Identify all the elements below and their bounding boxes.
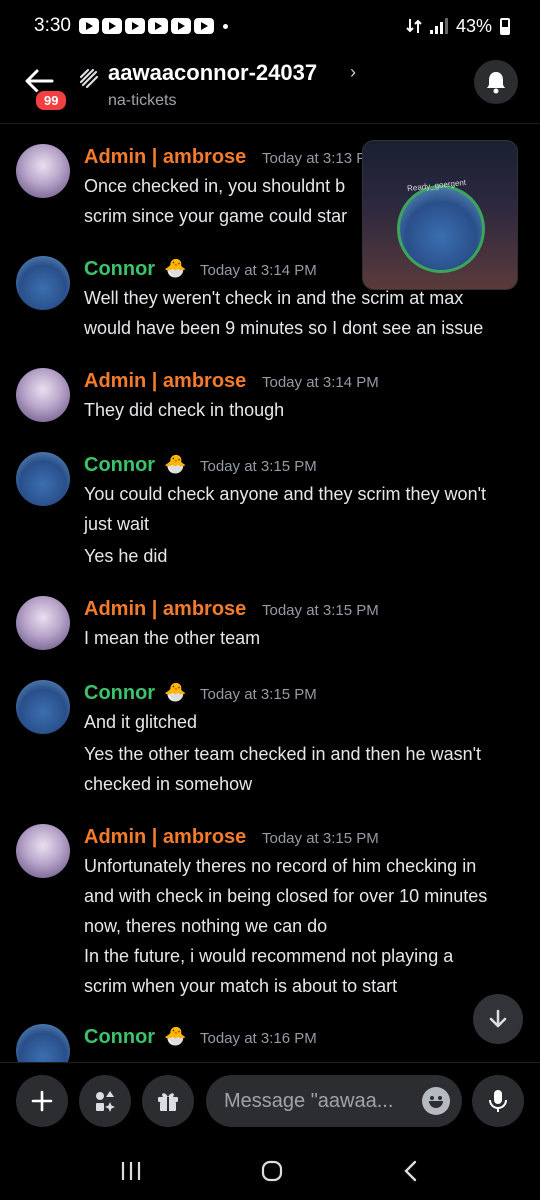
gift-button[interactable] [142,1075,194,1127]
message-text: Unfortunately theres no record of him ch… [84,856,477,876]
unread-badge: 99 [34,89,69,112]
status-time: 3:30 [34,15,71,36]
message-composer: Message "aawaa... [0,1062,540,1142]
thread-icon [79,68,99,89]
message-text: Yes the other team checked in and then h… [84,744,482,764]
youtube-notification-icon [101,18,122,34]
emoji-icon[interactable] [422,1087,450,1115]
avatar[interactable] [16,824,70,878]
avatar[interactable] [16,596,70,650]
message-text: Yes he did [84,546,168,566]
notifications-button[interactable] [474,60,518,104]
message-text: and with check in being closed for over … [84,886,488,906]
message-text: Well they weren't check in and the scrim… [84,288,464,308]
apps-icon [96,1091,115,1112]
author-name[interactable]: Admin | ambrose [84,598,246,621]
message-text: Once checked in, you shouldnt b [84,176,346,196]
avatar[interactable] [16,144,70,198]
arrow-down-icon [489,1009,507,1028]
home-icon[interactable] [260,1159,284,1183]
microphone-icon [489,1090,507,1112]
message-input[interactable]: Message "aawaa... [206,1075,462,1127]
battery-percent: 43% [455,15,492,36]
timestamp: Today at 3:15 PM [200,458,317,475]
back-nav-icon[interactable] [401,1159,421,1183]
timestamp: Today at 3:15 PM [262,602,379,619]
timestamp: Today at 3:15 PM [200,686,317,703]
author-name[interactable]: Connor [84,682,155,705]
author-name[interactable]: Connor [84,258,155,281]
message-text: now, theres nothing we can do [84,916,328,936]
avatar[interactable] [16,368,70,422]
channel-title[interactable]: aawaaconnor-24037 [108,60,317,86]
message-text: You could check anyone and they scrim th… [84,484,487,504]
avatar[interactable] [16,1024,70,1062]
avatar[interactable] [16,680,70,734]
more-notifications-icon [222,23,228,29]
data-transfer-icon [406,19,422,33]
chick-emoji-icon: 🐣 [164,454,187,474]
chick-emoji-icon: 🐣 [164,1026,187,1046]
plus-icon [31,1090,53,1112]
author-name[interactable]: Connor [84,1026,155,1049]
message-text: scrim when your match is about to start [84,976,398,996]
youtube-notification-icon [124,18,145,34]
chick-emoji-icon: 🐣 [164,682,187,702]
avatar[interactable] [16,256,70,310]
timestamp: Today at 3:15 PM [262,830,379,847]
chevron-right-icon[interactable]: › [350,62,356,83]
message-text: They did check in though [84,400,285,420]
pip-avatar [397,185,485,273]
channel-header: 99 aawaaconnor-24037 › na-tickets [0,52,540,120]
timestamp: Today at 3:14 PM [200,262,317,279]
message-text: I mean the other team [84,628,261,648]
jump-to-bottom-button[interactable] [473,994,523,1044]
message-text: just wait [84,514,150,534]
voice-message-button[interactable] [472,1075,524,1127]
gift-icon [158,1093,178,1111]
message-text: scrim since your game could star [84,206,348,226]
battery-icon [500,17,510,35]
bell-icon [487,72,505,94]
timestamp: Today at 3:16 PM [200,1030,317,1047]
notification-icons [78,18,228,34]
youtube-notification-icon [170,18,191,34]
avatar[interactable] [16,452,70,506]
attach-button[interactable] [16,1075,68,1127]
timestamp: Today at 3:14 PM [262,374,379,391]
youtube-notification-icon [78,18,99,34]
channel-subtitle: na-tickets [108,92,177,109]
message-input-placeholder: Message "aawaa... [224,1089,394,1112]
message-text: would have been 9 minutes so I dont see … [84,318,484,338]
voice-pip-window[interactable]: Ready_goergent [362,140,518,290]
message-text: checked in somehow [84,774,253,794]
recent-apps-icon[interactable] [119,1160,143,1182]
author-name[interactable]: Admin | ambrose [84,826,246,849]
youtube-notification-icon [147,18,168,34]
system-nav-bar [0,1142,540,1200]
message-text: And it glitched [84,712,198,732]
apps-button[interactable] [79,1075,131,1127]
youtube-notification-icon [193,18,214,34]
author-name[interactable]: Admin | ambrose [84,370,246,393]
signal-icon [429,18,448,34]
status-bar: 3:30 43% [0,0,540,52]
message-text: In the future, i would recommend not pla… [84,946,454,966]
chick-emoji-icon: 🐣 [164,258,187,278]
author-name[interactable]: Connor [84,454,155,477]
status-right: 43% [406,16,510,37]
author-name[interactable]: Admin | ambrose [84,146,246,169]
